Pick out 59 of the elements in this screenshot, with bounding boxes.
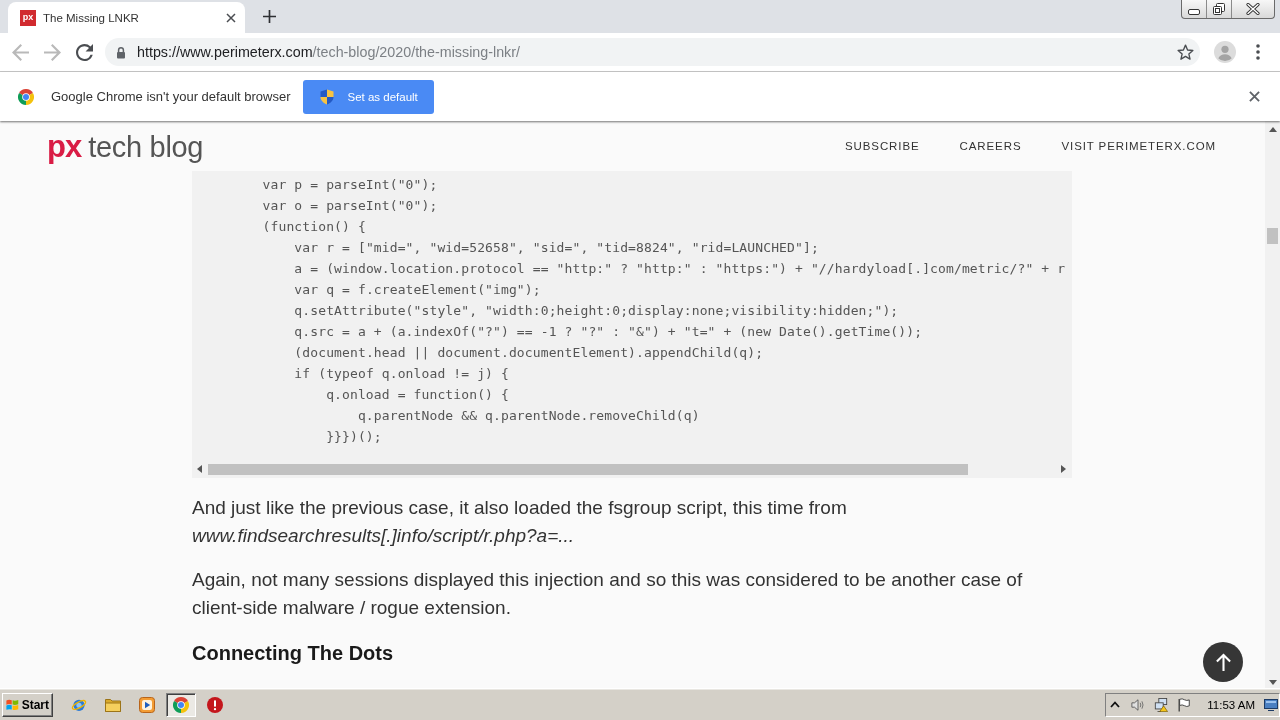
vertical-scrollbar[interactable]	[1265, 121, 1280, 688]
address-bar[interactable]: https://www.perimeterx.com/tech-blog/2020/the-missing-lnkr/	[105, 38, 1200, 66]
new-tab-icon[interactable]	[263, 10, 276, 23]
close-icon	[1246, 3, 1260, 15]
scroll-down-icon[interactable]	[1268, 680, 1277, 685]
code-line: (function() {	[262, 218, 366, 236]
clock[interactable]: 11:53 AM	[1207, 698, 1255, 711]
network-icon[interactable]	[1154, 697, 1169, 712]
code-line: var o = parseInt("0");	[262, 197, 438, 215]
scroll-up-icon[interactable]	[1268, 127, 1277, 132]
code-line: }}})();	[326, 428, 382, 446]
folder-icon	[105, 696, 121, 713]
chevron-up-icon[interactable]	[1110, 701, 1121, 708]
nav-link[interactable]: CAREERS	[959, 140, 1022, 152]
flag-logo-icon	[6, 697, 19, 712]
code-line: if (typeof q.onload != j) {	[294, 365, 509, 383]
show-desktop-icon[interactable]	[1264, 698, 1278, 711]
restore-icon	[1213, 3, 1225, 15]
star-icon[interactable]	[1177, 44, 1194, 60]
flag-icon[interactable]	[1177, 697, 1192, 712]
close-icon[interactable]	[1249, 91, 1260, 102]
arrow-up-icon	[1214, 653, 1232, 671]
nav-link[interactable]: VISIT PERIMETERX.COM	[1061, 140, 1216, 152]
code-line: q.onload = function() {	[326, 386, 509, 404]
favicon: px	[20, 9, 36, 26]
scroll-right-icon[interactable]	[1061, 465, 1066, 473]
browser-tab[interactable]: px The Missing LNKR	[8, 2, 245, 33]
code-line: q.parentNode && q.parentNode.removeChild(q)	[357, 407, 700, 425]
paragraph: And just like the previous case, it also loaded the fsgroup script, this time from www.findsearchresults[.]info/script/r.php?a=...	[192, 496, 848, 548]
code-line: (document.head || document.documentElement).appendChild(q);	[294, 344, 764, 362]
back-to-top-button[interactable]	[1203, 642, 1243, 682]
logo-mark[interactable]: px	[47, 130, 82, 162]
minimize-icon	[1188, 9, 1200, 15]
browser-logo-icon	[173, 696, 189, 713]
logo-text[interactable]: tech blog	[88, 132, 204, 162]
close-icon[interactable]	[226, 12, 236, 23]
exclamation-icon	[207, 696, 223, 713]
reload-icon[interactable]	[76, 43, 93, 61]
shield-icon	[320, 88, 335, 105]
browser-logo-icon	[18, 88, 34, 105]
taskbar-button[interactable]	[166, 692, 196, 717]
scrollbar-thumb[interactable]	[208, 463, 968, 475]
speaker-icon[interactable]	[1131, 697, 1146, 712]
scroll-left-icon[interactable]	[197, 465, 202, 473]
infobar-message: Google Chrome isn't your default browser	[51, 89, 291, 104]
play-icon	[139, 696, 155, 713]
paragraph: Again, not many sessions displayed this injection and so this was considered to be another case of client-side malware / rogue extension.	[192, 568, 1024, 620]
code-line: q.setAttribute("style", "width:0;height:0;display:none;visibility:hidden;");	[294, 302, 899, 320]
start-button[interactable]: Start	[2, 692, 53, 717]
scrollbar-thumb[interactable]	[1267, 228, 1278, 244]
lock-icon	[116, 45, 126, 59]
code-line: q.src = a + (a.indexOf("?") == -1 ? "?" : "&") + "t=" + (new Date().getTime());	[294, 323, 923, 341]
menu-icon[interactable]	[1256, 44, 1260, 60]
nav-link[interactable]: SUBSCRIBE	[845, 140, 920, 152]
code-line: var q = f.createElement("img");	[294, 281, 541, 299]
section-heading: Connecting The Dots	[192, 641, 395, 666]
code-line: var r = ["mid=", "wid=52658", "sid=", "tid=8824", "rid=LAUNCHED"];	[294, 239, 819, 257]
code-line: var p = parseInt("0");	[262, 176, 438, 194]
code-line: a = (window.location.protocol == "http:" ? "http:" : "https:") + "//hardyload[.]com/metric/?" + r	[294, 260, 1066, 278]
